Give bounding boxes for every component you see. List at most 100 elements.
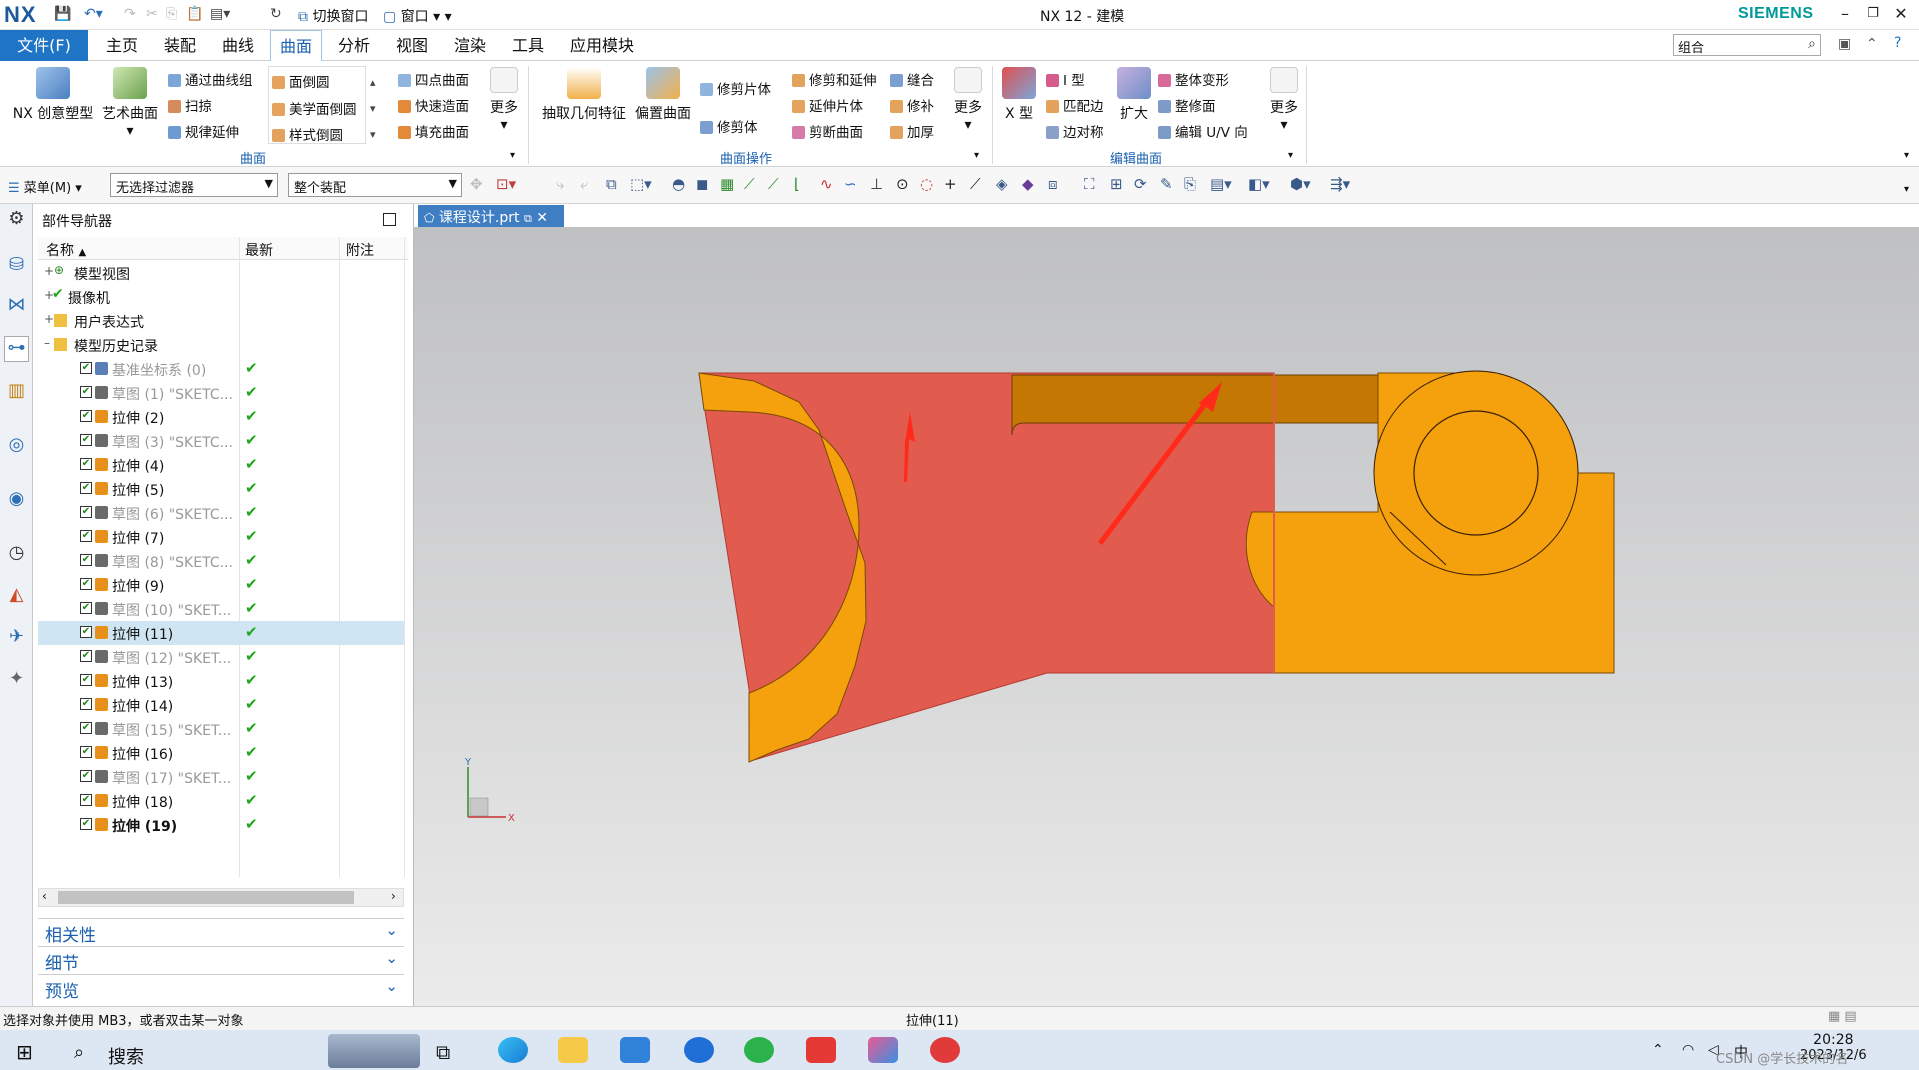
gallery-scroll-icon[interactable]: ▴ ▾ ▾ [370, 70, 376, 148]
group-expand-icon[interactable]: ▾ [974, 150, 979, 161]
visibility-checkbox[interactable]: ✔ [80, 434, 92, 446]
settings-icon[interactable]: ⚙ [4, 208, 29, 234]
system-materials-icon[interactable]: ◭ [4, 584, 29, 610]
x-form-button[interactable]: X 型 [996, 67, 1042, 123]
snap-center-icon[interactable]: ⊙ [896, 175, 909, 193]
process-studio-icon[interactable]: ✈ [4, 626, 29, 652]
visibility-checkbox[interactable]: ✔ [80, 362, 92, 374]
group-expand-icon[interactable]: ▾ [510, 150, 515, 161]
expand-toggle-icon[interactable]: – [44, 336, 50, 350]
visibility-checkbox[interactable]: ✔ [80, 698, 92, 710]
window-menu-button[interactable]: ▢ 窗口 ▾ ▾ [383, 6, 452, 26]
sew-button[interactable]: 缝合 [890, 69, 934, 89]
web-browser-icon[interactable]: ◉ [4, 488, 29, 514]
scroll-left-icon[interactable]: ‹ [42, 889, 47, 903]
more-surface-ops-button[interactable]: 更多 ▾ [948, 67, 988, 133]
visibility-checkbox[interactable]: ✔ [80, 626, 92, 638]
tab-home[interactable]: 主页 [96, 30, 148, 61]
divide-face-button[interactable]: 剪断曲面 [792, 121, 863, 141]
through-curves-button[interactable]: 通过曲线组 [168, 69, 253, 89]
selection-scope-dropdown[interactable]: 整个装配 ▼ [288, 173, 462, 197]
visibility-checkbox[interactable]: ✔ [80, 650, 92, 662]
close-icon[interactable]: ✕ [1886, 4, 1916, 23]
match-edge-button[interactable]: 匹配边 [1046, 95, 1104, 115]
tray-chevron-icon[interactable]: ⌃ [1652, 1042, 1664, 1058]
search-icon[interactable]: ⌕ [1808, 36, 1816, 52]
mail-icon[interactable] [620, 1037, 650, 1063]
task-view-icon[interactable]: ⧉ [436, 1040, 450, 1064]
visibility-checkbox[interactable]: ✔ [80, 722, 92, 734]
history-row[interactable]: ✔ 拉伸 (11) ✔ [38, 621, 404, 645]
graphics-viewport[interactable]: Y X [414, 227, 1919, 1006]
snap-curve-icon[interactable]: ⌊ [794, 175, 800, 193]
node-model-history[interactable]: – 模型历史记录 [38, 333, 404, 357]
reuse-library-icon[interactable]: ▥ [4, 380, 29, 406]
history-row[interactable]: ✔ 拉伸 (18) ✔ [38, 789, 404, 813]
rapid-surfacing-button[interactable]: 快速造面 [398, 95, 469, 115]
swept-button[interactable]: 扫掠 [168, 95, 212, 115]
rotate-icon[interactable]: ⟳ [1134, 175, 1147, 193]
studio-surface-button[interactable]: 艺术曲面 ▾ [98, 67, 162, 139]
fill-surface-button[interactable]: 填充曲面 [398, 121, 469, 141]
scrollbar-thumb[interactable] [58, 891, 354, 904]
tab-view[interactable]: 视图 [386, 30, 438, 61]
trim-extend-button[interactable]: 修剪和延伸 [792, 69, 877, 89]
edge-symmetry-button[interactable]: 边对称 [1046, 121, 1104, 141]
visibility-checkbox[interactable]: ✔ [80, 410, 92, 422]
node-cameras[interactable]: + ✔ 摄像机 [38, 285, 404, 309]
offset-surface-button[interactable]: 偏置曲面 [632, 67, 694, 123]
repeat-command-icon[interactable]: ↻ [270, 6, 282, 22]
snap-perpendicular-icon[interactable]: ⊥ [870, 175, 883, 193]
visibility-checkbox[interactable]: ✔ [80, 794, 92, 806]
history-row[interactable]: ✔ 草图 (17) "SKET... ✔ [38, 765, 404, 789]
history-row[interactable]: ✔ 草图 (3) "SKETC... ✔ [38, 429, 404, 453]
maximize-icon[interactable] [383, 213, 396, 226]
scroll-right-icon[interactable]: › [391, 889, 396, 903]
collapse-ribbon-icon[interactable]: ⌃ [1866, 36, 1878, 52]
history-row[interactable]: ✔ 拉伸 (13) ✔ [38, 669, 404, 693]
history-row[interactable]: ✔ 基准坐标系 (0) ✔ [38, 357, 404, 381]
select-feature-icon[interactable]: ⊡▾ [496, 175, 516, 193]
column-up-to-date[interactable]: 最新 [245, 240, 273, 260]
select-all-icon[interactable]: ⧉ [606, 175, 617, 193]
visibility-checkbox[interactable]: ✔ [80, 674, 92, 686]
visibility-checkbox[interactable]: ✔ [80, 770, 92, 782]
detach-icon[interactable]: ⧉ [524, 212, 532, 225]
shade-icon[interactable]: ◓ [672, 175, 685, 193]
rectangle-select-icon[interactable]: ⬚▾ [630, 175, 652, 193]
assembly-navigator-icon[interactable]: ⛁ [4, 254, 29, 280]
edge-browser-icon[interactable] [498, 1037, 528, 1063]
history-row[interactable]: ✔ 拉伸 (14) ✔ [38, 693, 404, 717]
history-icon[interactable]: ◷ [4, 542, 29, 568]
snap-grid-icon[interactable]: ▦ [720, 175, 734, 193]
app-arrow-icon[interactable] [684, 1037, 714, 1063]
snap-intersect-icon[interactable]: ∿ [820, 175, 833, 193]
document-tab[interactable]: ⬠ 课程设计.prt ⧉ ✕ [418, 205, 564, 227]
law-extension-button[interactable]: 规律延伸 [168, 121, 239, 141]
styled-blend-button[interactable]: 样式倒圆 [272, 124, 343, 144]
wps-office-icon[interactable] [806, 1037, 836, 1063]
i-form-button[interactable]: I 型 [1046, 69, 1085, 89]
hd3d-tools-icon[interactable]: ◎ [4, 434, 29, 460]
section-icon[interactable]: ⎘ [1184, 175, 1196, 193]
expand-toggle-icon[interactable]: + [44, 312, 54, 326]
visibility-checkbox[interactable]: ✔ [80, 458, 92, 470]
history-row[interactable]: ✔ 草图 (1) "SKETC... ✔ [38, 381, 404, 405]
copy-icon[interactable]: ⎘ [166, 6, 177, 22]
history-row[interactable]: ✔ 拉伸 (5) ✔ [38, 477, 404, 501]
close-tab-icon[interactable]: ✕ [536, 210, 548, 226]
extract-geometry-button[interactable]: 抽取几何特征 [538, 67, 630, 123]
netease-music-icon[interactable] [930, 1037, 960, 1063]
details-panel[interactable]: 细节 ⌄ [38, 946, 404, 974]
snap-end-icon[interactable]: ⟋ [744, 175, 755, 193]
snap-tangent-icon[interactable]: ∽ [844, 175, 857, 193]
edit-uv-button[interactable]: 编辑 U/V 向 [1158, 121, 1248, 141]
fit-view-icon[interactable]: ⛶ [1084, 175, 1095, 193]
dependencies-panel[interactable]: 相关性 ⌄ [38, 918, 404, 946]
trim-sheet-button[interactable]: 修剪片体 [700, 78, 771, 98]
node-model-views[interactable]: + ⊕ 模型视图 [38, 261, 404, 285]
global-shaping-button[interactable]: 整体变形 [1158, 69, 1229, 89]
four-point-surface-button[interactable]: 四点曲面 [398, 69, 469, 89]
column-comment[interactable]: 附注 [346, 240, 374, 260]
part-navigator-icon[interactable]: ⊶ [4, 336, 29, 362]
